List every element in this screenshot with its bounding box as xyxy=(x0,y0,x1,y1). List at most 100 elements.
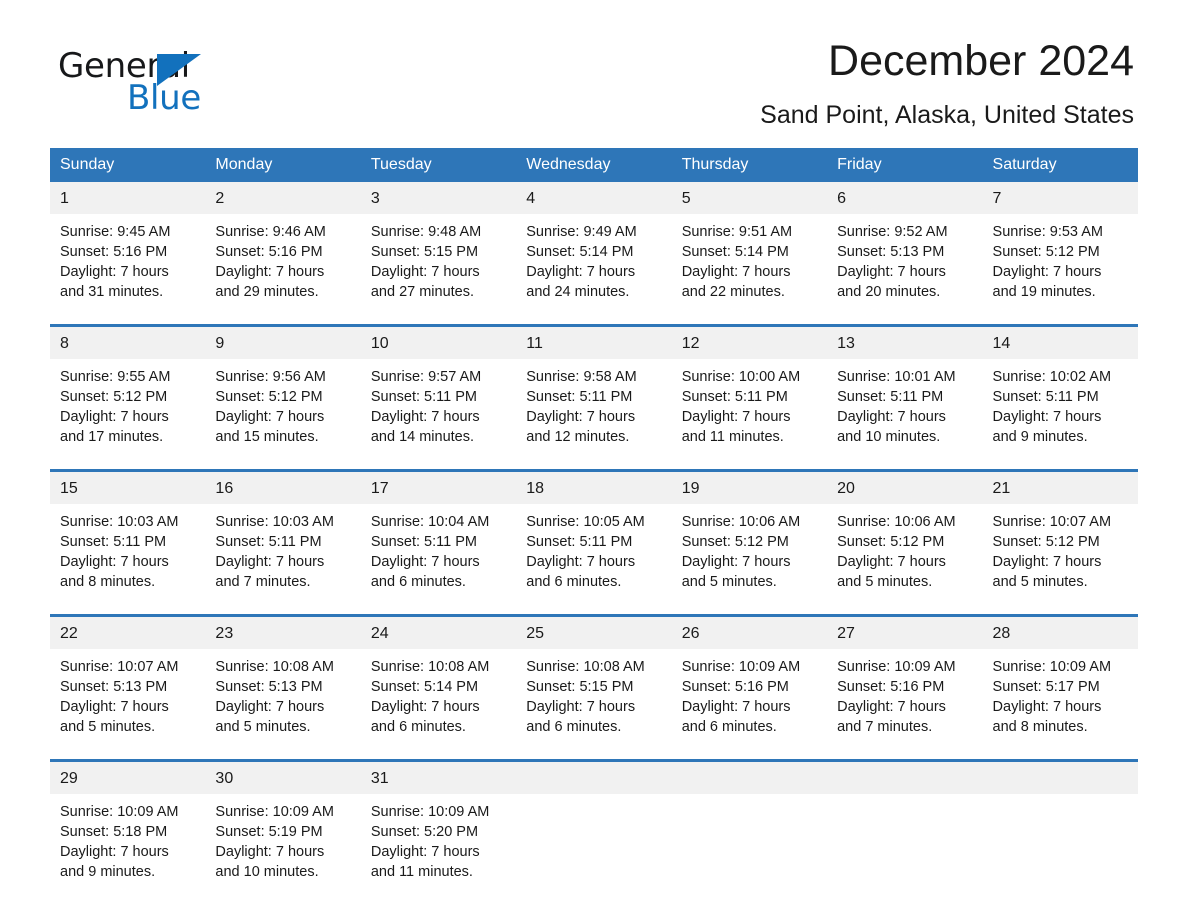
day-cell[interactable]: Sunrise: 9:56 AM Sunset: 5:12 PM Dayligh… xyxy=(205,359,361,469)
sunset-text: Sunset: 5:14 PM xyxy=(681,244,789,260)
sunrise-text: Sunrise: 10:05 AM xyxy=(526,514,645,530)
sunrise-text: Sunrise: 10:09 AM xyxy=(837,659,956,675)
day-number[interactable]: 6 xyxy=(827,182,983,214)
day-cell[interactable]: Sunrise: 10:09 AM Sunset: 5:18 PM Daylig… xyxy=(50,794,206,904)
daylight-text-line1: Daylight: 7 hours xyxy=(681,409,791,425)
daylight-text-line1: Daylight: 7 hours xyxy=(681,264,791,280)
day-number[interactable]: 13 xyxy=(827,327,983,359)
day-cell[interactable]: Sunrise: 10:09 AM Sunset: 5:16 PM Daylig… xyxy=(827,649,983,759)
day-cell[interactable]: Sunrise: 10:01 AM Sunset: 5:11 PM Daylig… xyxy=(827,359,983,469)
sunset-text: Sunset: 5:11 PM xyxy=(526,534,633,550)
sunrise-text: Sunrise: 10:09 AM xyxy=(60,804,179,820)
sunrise-text: Sunrise: 10:09 AM xyxy=(215,804,334,820)
daylight-text-line2: and 15 minutes. xyxy=(215,429,319,445)
daylight-text-line1: Daylight: 7 hours xyxy=(370,264,480,280)
day-number[interactable]: 2 xyxy=(205,182,361,214)
day-number[interactable]: 3 xyxy=(360,182,517,214)
sunrise-text: Sunrise: 9:52 AM xyxy=(837,224,948,240)
day-cell[interactable]: Sunrise: 9:51 AM Sunset: 5:14 PM Dayligh… xyxy=(671,214,828,324)
day-number[interactable]: 8 xyxy=(50,327,206,359)
general-blue-logo[interactable]: General Blue xyxy=(58,46,318,118)
day-cell[interactable]: Sunrise: 9:57 AM Sunset: 5:11 PM Dayligh… xyxy=(360,359,517,469)
day-cell[interactable]: Sunrise: 10:03 AM Sunset: 5:11 PM Daylig… xyxy=(50,504,206,614)
day-number[interactable]: 29 xyxy=(50,762,206,794)
day-number-row: 15 16 17 18 19 20 21 xyxy=(50,472,1138,504)
day-of-week-row: Sunday Monday Tuesday Wednesday Thursday… xyxy=(50,148,1138,182)
day-number[interactable]: 1 xyxy=(50,182,206,214)
day-cell[interactable]: Sunrise: 9:55 AM Sunset: 5:12 PM Dayligh… xyxy=(50,359,206,469)
sunrise-text: Sunrise: 9:51 AM xyxy=(681,224,793,240)
daylight-text-line1: Daylight: 7 hours xyxy=(526,264,636,280)
day-number[interactable]: 24 xyxy=(360,617,517,649)
day-detail-row: Sunrise: 9:45 AM Sunset: 5:16 PM Dayligh… xyxy=(50,214,1138,324)
day-cell[interactable]: Sunrise: 9:48 AM Sunset: 5:15 PM Dayligh… xyxy=(360,214,517,324)
sunset-text: Sunset: 5:12 PM xyxy=(837,534,945,550)
daylight-text-line2: and 5 minutes. xyxy=(837,574,933,590)
day-number-row: 1 2 3 4 5 6 7 xyxy=(50,182,1138,214)
sunset-text: Sunset: 5:16 PM xyxy=(837,679,945,695)
sunrise-text: Sunrise: 9:57 AM xyxy=(370,369,482,385)
daylight-text-line1: Daylight: 7 hours xyxy=(526,699,636,715)
day-cell[interactable]: Sunrise: 10:09 AM Sunset: 5:17 PM Daylig… xyxy=(982,649,1138,759)
day-cell-empty xyxy=(982,794,1138,904)
day-cell[interactable]: Sunrise: 10:09 AM Sunset: 5:16 PM Daylig… xyxy=(671,649,828,759)
sunrise-text: Sunrise: 9:45 AM xyxy=(60,224,171,240)
day-number[interactable]: 21 xyxy=(982,472,1138,504)
day-number[interactable]: 19 xyxy=(671,472,828,504)
day-number[interactable]: 25 xyxy=(516,617,672,649)
day-cell[interactable]: Sunrise: 10:06 AM Sunset: 5:12 PM Daylig… xyxy=(827,504,983,614)
day-number[interactable]: 9 xyxy=(205,327,361,359)
day-number[interactable]: 10 xyxy=(360,327,517,359)
day-cell[interactable]: Sunrise: 10:03 AM Sunset: 5:11 PM Daylig… xyxy=(205,504,361,614)
day-number[interactable]: 11 xyxy=(516,327,672,359)
day-cell[interactable]: Sunrise: 9:58 AM Sunset: 5:11 PM Dayligh… xyxy=(516,359,672,469)
day-cell[interactable]: Sunrise: 10:07 AM Sunset: 5:13 PM Daylig… xyxy=(50,649,206,759)
day-number[interactable]: 18 xyxy=(516,472,672,504)
day-number[interactable]: 12 xyxy=(671,327,828,359)
day-cell[interactable]: Sunrise: 10:02 AM Sunset: 5:11 PM Daylig… xyxy=(982,359,1138,469)
day-number[interactable]: 31 xyxy=(360,762,517,794)
day-cell[interactable]: Sunrise: 9:52 AM Sunset: 5:13 PM Dayligh… xyxy=(827,214,983,324)
day-cell[interactable]: Sunrise: 10:08 AM Sunset: 5:13 PM Daylig… xyxy=(205,649,361,759)
day-number[interactable]: 5 xyxy=(671,182,828,214)
day-number[interactable]: 15 xyxy=(50,472,206,504)
day-cell[interactable]: Sunrise: 10:00 AM Sunset: 5:11 PM Daylig… xyxy=(671,359,828,469)
day-cell[interactable]: Sunrise: 9:49 AM Sunset: 5:14 PM Dayligh… xyxy=(516,214,672,324)
day-number[interactable]: 23 xyxy=(205,617,361,649)
day-number[interactable]: 4 xyxy=(516,182,672,214)
sunrise-text: Sunrise: 10:08 AM xyxy=(526,659,645,675)
day-number[interactable]: 17 xyxy=(360,472,517,504)
day-cell[interactable]: Sunrise: 10:04 AM Sunset: 5:11 PM Daylig… xyxy=(360,504,517,614)
day-cell[interactable]: Sunrise: 10:06 AM Sunset: 5:12 PM Daylig… xyxy=(671,504,828,614)
day-number[interactable]: 16 xyxy=(205,472,361,504)
calendar-body: 1 2 3 4 5 6 7 Sunrise: 9:45 AM Sunset: 5… xyxy=(50,182,1138,904)
day-number[interactable]: 28 xyxy=(982,617,1138,649)
sunset-text: Sunset: 5:16 PM xyxy=(60,244,168,260)
day-cell[interactable]: Sunrise: 10:07 AM Sunset: 5:12 PM Daylig… xyxy=(982,504,1138,614)
day-cell[interactable]: Sunrise: 10:05 AM Sunset: 5:11 PM Daylig… xyxy=(516,504,672,614)
day-cell[interactable]: Sunrise: 10:09 AM Sunset: 5:20 PM Daylig… xyxy=(360,794,517,904)
sunset-text: Sunset: 5:13 PM xyxy=(60,679,168,695)
day-number[interactable]: 27 xyxy=(827,617,983,649)
day-cell[interactable]: Sunrise: 10:09 AM Sunset: 5:19 PM Daylig… xyxy=(205,794,361,904)
day-cell[interactable]: Sunrise: 9:45 AM Sunset: 5:16 PM Dayligh… xyxy=(50,214,206,324)
daylight-text-line2: and 24 minutes. xyxy=(526,284,630,300)
day-cell[interactable]: Sunrise: 9:53 AM Sunset: 5:12 PM Dayligh… xyxy=(982,214,1138,324)
day-cell[interactable]: Sunrise: 9:46 AM Sunset: 5:16 PM Dayligh… xyxy=(205,214,361,324)
sunrise-text: Sunrise: 10:00 AM xyxy=(681,369,801,385)
daylight-text-line1: Daylight: 7 hours xyxy=(992,409,1102,425)
daylight-text-line1: Daylight: 7 hours xyxy=(215,409,325,425)
sunset-text: Sunset: 5:14 PM xyxy=(526,244,634,260)
daylight-text-line2: and 22 minutes. xyxy=(681,284,785,300)
day-number[interactable]: 7 xyxy=(982,182,1138,214)
day-number[interactable]: 14 xyxy=(982,327,1138,359)
day-number[interactable]: 30 xyxy=(205,762,361,794)
sunset-text: Sunset: 5:13 PM xyxy=(837,244,945,260)
daylight-text-line1: Daylight: 7 hours xyxy=(837,554,946,570)
day-cell[interactable]: Sunrise: 10:08 AM Sunset: 5:15 PM Daylig… xyxy=(516,649,672,759)
day-number[interactable]: 22 xyxy=(50,617,206,649)
day-number[interactable]: 26 xyxy=(671,617,828,649)
day-cell[interactable]: Sunrise: 10:08 AM Sunset: 5:14 PM Daylig… xyxy=(360,649,517,759)
day-number[interactable]: 20 xyxy=(827,472,983,504)
sunrise-text: Sunrise: 10:02 AM xyxy=(992,369,1112,385)
